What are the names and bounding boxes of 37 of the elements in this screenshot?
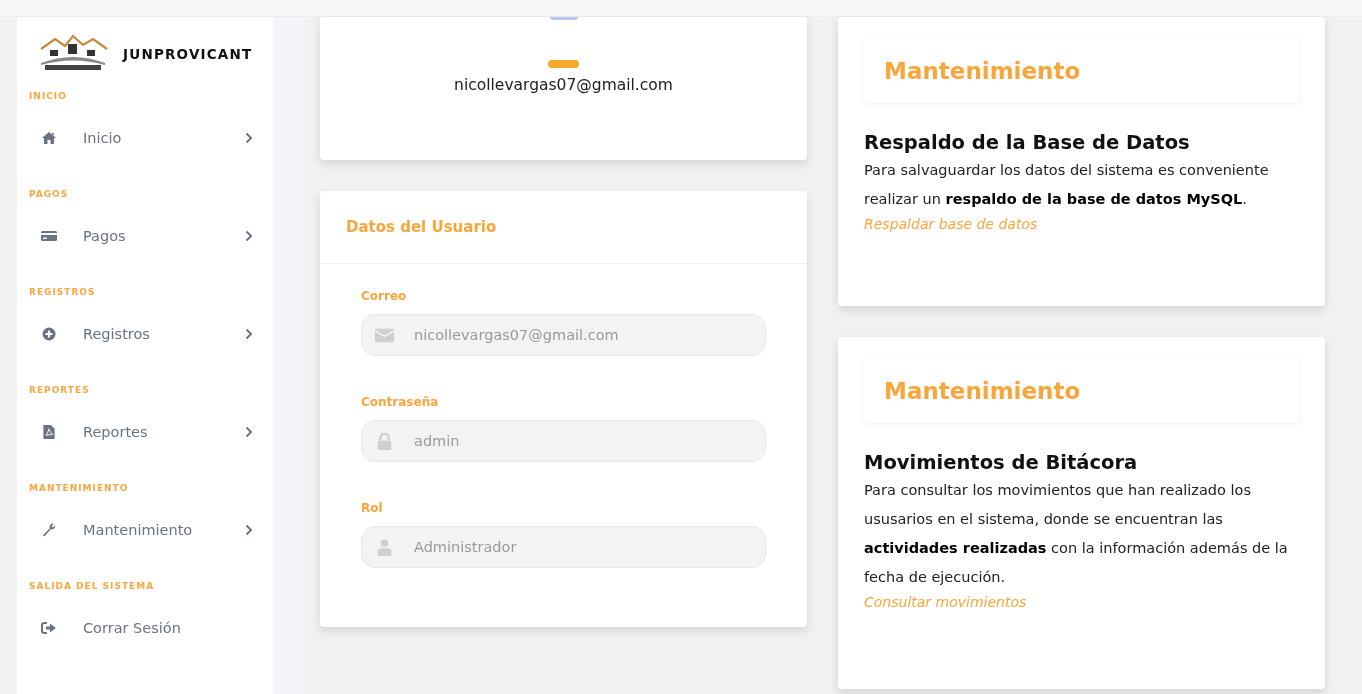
section-heading: SALIDA DEL SISTEMA <box>28 580 156 593</box>
wrench-icon <box>41 523 57 537</box>
avatar-edge <box>549 17 578 20</box>
lock-icon <box>375 433 394 450</box>
section-heading: REPORTES <box>28 384 91 397</box>
nav-item[interactable]: Registros <box>17 311 273 357</box>
section-heading: INICIO <box>28 90 68 103</box>
section-heading: PAGOS <box>28 188 70 201</box>
card-title: Datos del Usuario <box>346 218 497 236</box>
description-paragraph: Para salvaguardar los datos del sistema es conveniente realizar un respaldo de la base de datos MySQL. <box>864 161 1270 209</box>
home-icon <box>41 131 57 145</box>
plus-circle-icon <box>41 327 57 341</box>
nav-item[interactable]: Mantenimiento <box>17 507 273 553</box>
input-field[interactable]: nicollevargas07@gmail.com <box>361 314 766 356</box>
section-title: Movimientos de Bitácora <box>864 451 1139 474</box>
profile-email: nicollevargas07@gmail.com <box>454 76 673 94</box>
accent-bar <box>548 60 579 68</box>
section-title: Respaldo de la Base de Datos <box>864 131 1191 154</box>
card-header: Mantenimiento <box>864 359 1299 423</box>
input-field[interactable]: admin <box>361 420 766 462</box>
nav-item[interactable]: Inicio <box>17 115 273 161</box>
field-label: Rol <box>361 501 383 515</box>
brand-name: JUNPROVICANT <box>123 46 253 62</box>
pdf-file-icon <box>41 425 57 439</box>
field-label: Contraseña <box>361 395 439 409</box>
nav-item[interactable]: Pagos <box>17 213 273 259</box>
card-icon <box>41 229 57 243</box>
section-heading: MANTENIMIENTO <box>28 482 130 495</box>
nav-item[interactable]: Corrar Sesión <box>17 605 273 651</box>
card-header: Mantenimiento <box>864 39 1299 103</box>
input-field[interactable]: Administrador <box>361 526 766 568</box>
nav-item[interactable]: Reportes <box>17 409 273 455</box>
field-label: Correo <box>361 289 407 303</box>
section-heading: REGISTROS <box>28 286 97 299</box>
sign-out-icon <box>41 621 57 635</box>
description-paragraph: Para consultar los movimientos que han realizado los ususarios en el sistema, donde se encuentran las actividades realizadas con la información además de la fecha de ejecución. <box>864 481 1289 587</box>
user-icon <box>375 539 394 556</box>
